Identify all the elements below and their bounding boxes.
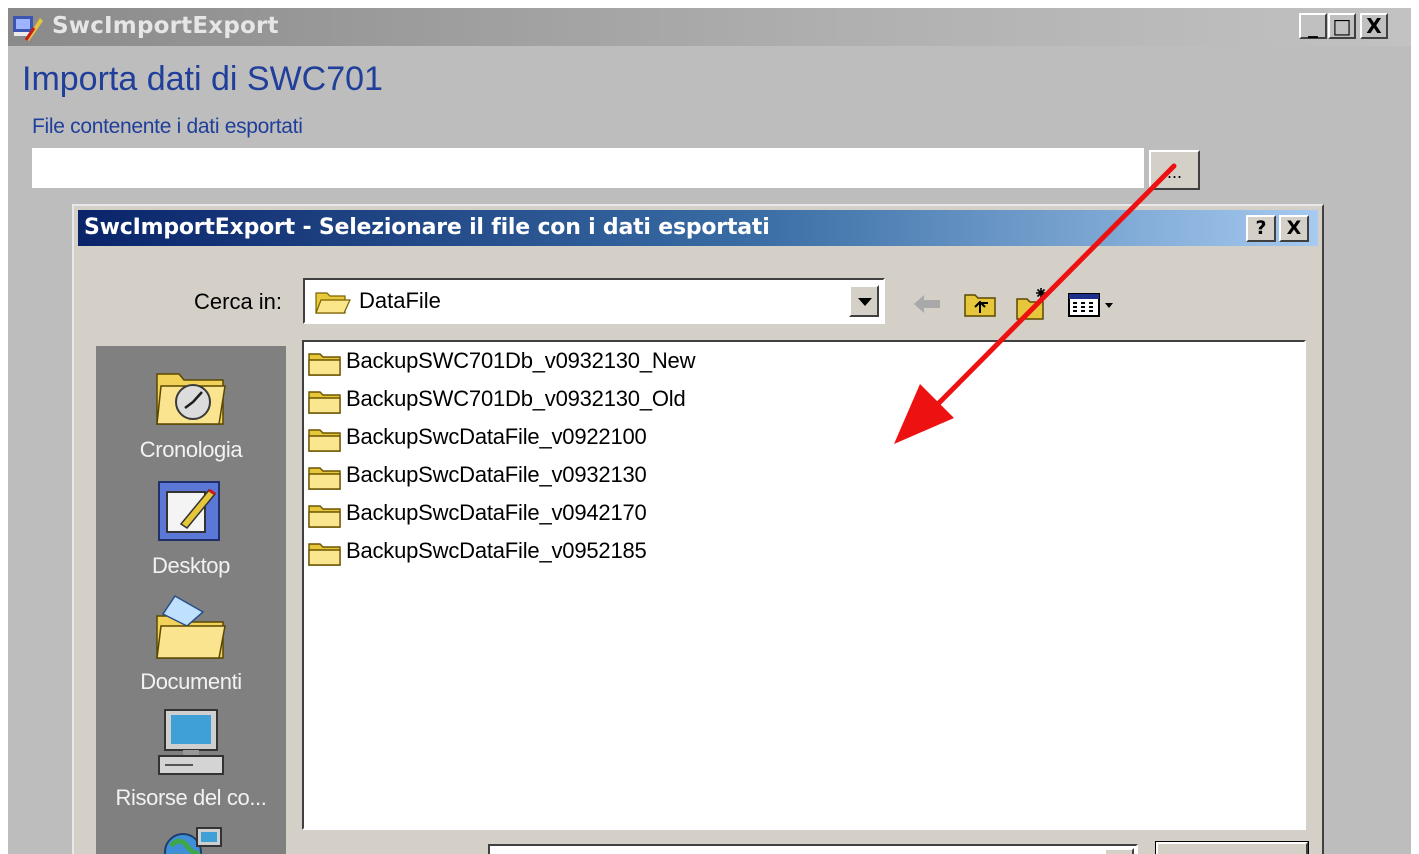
window-title: SwcImportExport <box>52 13 279 39</box>
folder-icon <box>308 543 341 566</box>
back-arrow-icon[interactable] <box>910 286 946 322</box>
lookin-value: DataFile <box>359 288 441 313</box>
place-desktop[interactable]: Desktop <box>96 476 286 579</box>
my-computer-icon <box>158 709 224 775</box>
dialog-titlebar[interactable]: SwcImportExport - Selezionare il file co… <box>78 210 1318 246</box>
file-name-combo[interactable] <box>488 844 1138 854</box>
help-button[interactable]: ? <box>1246 215 1276 242</box>
dialog-title: SwcImportExport - Selezionare il file co… <box>84 215 770 240</box>
network-icon <box>164 827 222 854</box>
app-icon <box>13 16 43 41</box>
documents-icon <box>156 595 226 659</box>
close-button[interactable]: X <box>1360 13 1388 39</box>
open-button[interactable] <box>1155 841 1309 854</box>
browse-button[interactable]: ... <box>1149 150 1200 190</box>
maximize-button[interactable]: □ <box>1328 13 1356 39</box>
folder-icon <box>308 505 341 528</box>
place-network[interactable] <box>96 822 286 854</box>
folder-icon <box>308 353 341 376</box>
history-icon <box>156 373 226 425</box>
place-my-computer[interactable]: Risorse del co... <box>96 708 286 811</box>
window-titlebar[interactable]: SwcImportExport _ □ X <box>8 8 1411 46</box>
main-window: SwcImportExport _ □ X Importa dati di SW… <box>8 8 1411 854</box>
dropdown-arrow-icon[interactable] <box>849 285 879 317</box>
file-field-label: File contenente i dati esportati <box>32 115 303 138</box>
view-menu-icon[interactable] <box>1064 286 1124 322</box>
up-folder-icon[interactable] <box>962 286 998 322</box>
dialog-close-button[interactable]: X <box>1279 215 1309 242</box>
file-list[interactable]: BackupSWC701Db_v0932130_New BackupSWC701… <box>302 340 1306 830</box>
desktop-icon <box>158 481 220 541</box>
file-path-input[interactable] <box>32 148 1144 188</box>
new-folder-icon[interactable] <box>1014 286 1050 322</box>
folder-icon <box>308 391 341 414</box>
folder-icon <box>308 429 341 452</box>
chevron-down-icon[interactable] <box>1104 848 1134 854</box>
page-title: Importa dati di SWC701 <box>22 60 383 98</box>
folder-open-icon <box>315 292 351 314</box>
lookin-dropdown[interactable]: DataFile <box>303 278 885 324</box>
folder-icon <box>308 467 341 490</box>
place-history[interactable]: Cronologia <box>96 360 286 463</box>
place-documents[interactable]: Documenti <box>96 592 286 695</box>
file-open-dialog: SwcImportExport - Selezionare il file co… <box>72 204 1324 854</box>
lookin-label: Cerca in: <box>194 289 283 314</box>
places-bar: Cronologia Desktop Documenti Risorse del… <box>96 346 286 854</box>
minimize-button[interactable]: _ <box>1299 13 1327 39</box>
